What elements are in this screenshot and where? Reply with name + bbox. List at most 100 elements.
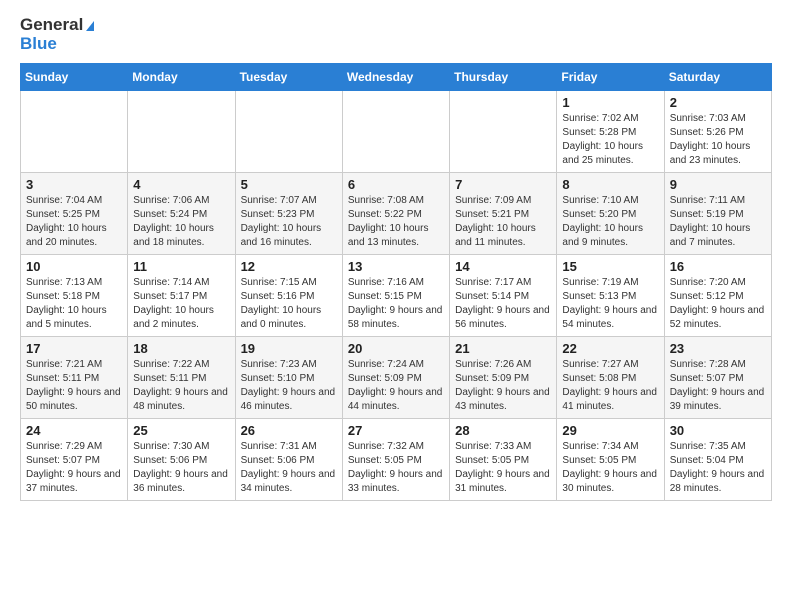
day-number: 18: [133, 341, 229, 356]
day-info: Sunrise: 7:32 AM Sunset: 5:05 PM Dayligh…: [348, 440, 444, 496]
calendar-cell: 23 Sunrise: 7:28 AM Sunset: 5:07 PM Dayli…: [664, 337, 771, 419]
calendar-cell: [128, 91, 235, 173]
day-info: Sunrise: 7:31 AM Sunset: 5:06 PM Dayligh…: [241, 440, 337, 496]
day-number: 21: [455, 341, 551, 356]
calendar-header-row: SundayMondayTuesdayWednesdayThursdayFrid…: [21, 64, 772, 91]
day-number: 11: [133, 259, 229, 274]
weekday-header: Saturday: [664, 64, 771, 91]
day-number: 23: [670, 341, 766, 356]
calendar-cell: 9 Sunrise: 7:11 AM Sunset: 5:19 PM Daylig…: [664, 173, 771, 255]
logo-general: General: [20, 16, 94, 35]
calendar-cell: [450, 91, 557, 173]
calendar-cell: 27 Sunrise: 7:32 AM Sunset: 5:05 PM Dayli…: [342, 419, 449, 501]
logo: General Blue: [20, 16, 94, 53]
day-number: 3: [26, 177, 122, 192]
day-number: 19: [241, 341, 337, 356]
day-info: Sunrise: 7:09 AM Sunset: 5:21 PM Dayligh…: [455, 194, 551, 250]
day-number: 5: [241, 177, 337, 192]
weekday-header: Sunday: [21, 64, 128, 91]
day-info: Sunrise: 7:06 AM Sunset: 5:24 PM Dayligh…: [133, 194, 229, 250]
weekday-header: Friday: [557, 64, 664, 91]
day-number: 27: [348, 423, 444, 438]
day-info: Sunrise: 7:35 AM Sunset: 5:04 PM Dayligh…: [670, 440, 766, 496]
calendar-cell: 22 Sunrise: 7:27 AM Sunset: 5:08 PM Dayli…: [557, 337, 664, 419]
day-info: Sunrise: 7:04 AM Sunset: 5:25 PM Dayligh…: [26, 194, 122, 250]
calendar-cell: 5Sunrise: 7:07 AM Sunset: 5:23 PM Daylig…: [235, 173, 342, 255]
day-number: 4: [133, 177, 229, 192]
day-info: Sunrise: 7:17 AM Sunset: 5:14 PM Dayligh…: [455, 276, 551, 332]
day-info: Sunrise: 7:14 AM Sunset: 5:17 PM Dayligh…: [133, 276, 229, 332]
day-number: 15: [562, 259, 658, 274]
calendar: SundayMondayTuesdayWednesdayThursdayFrid…: [20, 63, 772, 501]
calendar-cell: 17 Sunrise: 7:21 AM Sunset: 5:11 PM Dayli…: [21, 337, 128, 419]
calendar-cell: 28Sunrise: 7:33 AM Sunset: 5:05 PM Dayli…: [450, 419, 557, 501]
day-info: Sunrise: 7:22 AM Sunset: 5:11 PM Dayligh…: [133, 358, 229, 414]
weekday-header: Tuesday: [235, 64, 342, 91]
day-info: Sunrise: 7:23 AM Sunset: 5:10 PM Dayligh…: [241, 358, 337, 414]
weekday-header: Wednesday: [342, 64, 449, 91]
day-info: Sunrise: 7:15 AM Sunset: 5:16 PM Dayligh…: [241, 276, 337, 332]
header: General Blue: [20, 16, 772, 53]
day-number: 13: [348, 259, 444, 274]
day-info: Sunrise: 7:02 AM Sunset: 5:28 PM Dayligh…: [562, 112, 658, 168]
day-info: Sunrise: 7:11 AM Sunset: 5:19 PM Dayligh…: [670, 194, 766, 250]
day-number: 1: [562, 95, 658, 110]
day-number: 16: [670, 259, 766, 274]
calendar-cell: [235, 91, 342, 173]
calendar-cell: 11 Sunrise: 7:14 AM Sunset: 5:17 PM Dayli…: [128, 255, 235, 337]
calendar-week-row: 3 Sunrise: 7:04 AM Sunset: 5:25 PM Daylig…: [21, 173, 772, 255]
calendar-cell: 15 Sunrise: 7:19 AM Sunset: 5:13 PM Dayli…: [557, 255, 664, 337]
day-number: 10: [26, 259, 122, 274]
calendar-cell: 18 Sunrise: 7:22 AM Sunset: 5:11 PM Dayli…: [128, 337, 235, 419]
day-number: 17: [26, 341, 122, 356]
day-number: 22: [562, 341, 658, 356]
page: General Blue SundayMondayTuesdayWednesda…: [0, 0, 792, 517]
day-number: 2: [670, 95, 766, 110]
calendar-cell: 4 Sunrise: 7:06 AM Sunset: 5:24 PM Daylig…: [128, 173, 235, 255]
day-number: 24: [26, 423, 122, 438]
day-info: Sunrise: 7:03 AM Sunset: 5:26 PM Dayligh…: [670, 112, 766, 168]
calendar-week-row: 1 Sunrise: 7:02 AM Sunset: 5:28 PM Daylig…: [21, 91, 772, 173]
logo-blue: Blue: [20, 35, 94, 54]
day-info: Sunrise: 7:27 AM Sunset: 5:08 PM Dayligh…: [562, 358, 658, 414]
day-number: 28: [455, 423, 551, 438]
calendar-cell: 26 Sunrise: 7:31 AM Sunset: 5:06 PM Dayli…: [235, 419, 342, 501]
day-info: Sunrise: 7:16 AM Sunset: 5:15 PM Dayligh…: [348, 276, 444, 332]
day-number: 14: [455, 259, 551, 274]
calendar-week-row: 24Sunrise: 7:29 AM Sunset: 5:07 PM Dayli…: [21, 419, 772, 501]
calendar-cell: 1 Sunrise: 7:02 AM Sunset: 5:28 PM Daylig…: [557, 91, 664, 173]
day-number: 20: [348, 341, 444, 356]
day-number: 6: [348, 177, 444, 192]
calendar-cell: 25 Sunrise: 7:30 AM Sunset: 5:06 PM Dayli…: [128, 419, 235, 501]
calendar-cell: 16Sunrise: 7:20 AM Sunset: 5:12 PM Dayli…: [664, 255, 771, 337]
day-number: 9: [670, 177, 766, 192]
day-number: 25: [133, 423, 229, 438]
calendar-cell: 24Sunrise: 7:29 AM Sunset: 5:07 PM Dayli…: [21, 419, 128, 501]
weekday-header: Monday: [128, 64, 235, 91]
day-info: Sunrise: 7:26 AM Sunset: 5:09 PM Dayligh…: [455, 358, 551, 414]
day-info: Sunrise: 7:34 AM Sunset: 5:05 PM Dayligh…: [562, 440, 658, 496]
day-number: 8: [562, 177, 658, 192]
calendar-cell: 21 Sunrise: 7:26 AM Sunset: 5:09 PM Dayli…: [450, 337, 557, 419]
calendar-week-row: 17 Sunrise: 7:21 AM Sunset: 5:11 PM Dayli…: [21, 337, 772, 419]
calendar-cell: 7 Sunrise: 7:09 AM Sunset: 5:21 PM Daylig…: [450, 173, 557, 255]
calendar-cell: [21, 91, 128, 173]
logo-text: General Blue: [20, 16, 94, 53]
day-info: Sunrise: 7:21 AM Sunset: 5:11 PM Dayligh…: [26, 358, 122, 414]
calendar-cell: 19 Sunrise: 7:23 AM Sunset: 5:10 PM Dayli…: [235, 337, 342, 419]
calendar-cell: 2 Sunrise: 7:03 AM Sunset: 5:26 PM Daylig…: [664, 91, 771, 173]
day-info: Sunrise: 7:19 AM Sunset: 5:13 PM Dayligh…: [562, 276, 658, 332]
day-number: 7: [455, 177, 551, 192]
calendar-cell: 14 Sunrise: 7:17 AM Sunset: 5:14 PM Dayli…: [450, 255, 557, 337]
day-number: 12: [241, 259, 337, 274]
calendar-cell: 12 Sunrise: 7:15 AM Sunset: 5:16 PM Dayli…: [235, 255, 342, 337]
calendar-cell: 13 Sunrise: 7:16 AM Sunset: 5:15 PM Dayli…: [342, 255, 449, 337]
day-info: Sunrise: 7:10 AM Sunset: 5:20 PM Dayligh…: [562, 194, 658, 250]
day-info: Sunrise: 7:30 AM Sunset: 5:06 PM Dayligh…: [133, 440, 229, 496]
day-info: Sunrise: 7:28 AM Sunset: 5:07 PM Dayligh…: [670, 358, 766, 414]
calendar-week-row: 10 Sunrise: 7:13 AM Sunset: 5:18 PM Dayli…: [21, 255, 772, 337]
day-info: Sunrise: 7:13 AM Sunset: 5:18 PM Dayligh…: [26, 276, 122, 332]
calendar-cell: 30Sunrise: 7:35 AM Sunset: 5:04 PM Dayli…: [664, 419, 771, 501]
day-number: 26: [241, 423, 337, 438]
calendar-cell: 8 Sunrise: 7:10 AM Sunset: 5:20 PM Daylig…: [557, 173, 664, 255]
